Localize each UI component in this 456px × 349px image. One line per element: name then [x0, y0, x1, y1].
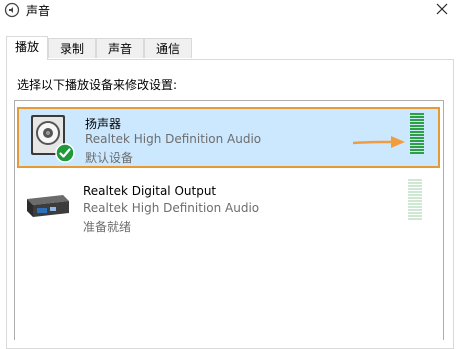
tab-playback[interactable]: 播放 — [6, 36, 48, 60]
device-status: 默认设备 — [85, 151, 134, 165]
level-bar — [410, 116, 424, 118]
level-bar — [408, 182, 422, 184]
level-bar — [410, 137, 424, 139]
level-bar — [410, 128, 424, 130]
level-bar — [408, 206, 422, 208]
level-bar — [410, 119, 424, 121]
level-bar — [408, 203, 422, 205]
device-status: 准备就绪 — [83, 220, 132, 234]
level-bar — [410, 122, 424, 124]
tab-bar: 播放 录制 声音 通信 — [0, 36, 456, 60]
level-bar — [408, 215, 422, 217]
device-name: Realtek Digital Output — [83, 184, 217, 198]
level-bar — [410, 149, 424, 151]
sound-app-icon — [4, 2, 20, 18]
tab-recording[interactable]: 录制 — [48, 38, 96, 58]
level-bar — [410, 152, 424, 154]
device-description: Realtek High Definition Audio — [85, 132, 262, 146]
tab-sounds[interactable]: 声音 — [96, 38, 144, 58]
level-bar — [410, 140, 424, 142]
device-row-speakers[interactable]: 扬声器 Realtek High Definition Audio 默认设备 — [17, 107, 440, 168]
orange-arrow-icon — [353, 136, 405, 148]
device-row-digital-output[interactable]: Realtek Digital Output Realtek High Defi… — [15, 175, 443, 239]
level-bar — [410, 134, 424, 136]
level-bar — [410, 146, 424, 148]
level-bar — [410, 113, 424, 115]
level-bar — [408, 218, 422, 220]
level-bar — [408, 179, 422, 181]
volume-level-meter — [410, 113, 424, 155]
digital-output-icon — [27, 195, 69, 217]
checkmark-icon — [55, 143, 75, 163]
instruction-text: 选择以下播放设备来修改设置: — [17, 78, 178, 92]
volume-level-meter — [408, 179, 422, 221]
level-bar — [408, 185, 422, 187]
level-bar — [408, 200, 422, 202]
level-bar — [408, 209, 422, 211]
level-bar — [410, 143, 424, 145]
close-icon[interactable] — [432, 0, 452, 20]
level-bar — [410, 125, 424, 127]
playback-device-list: 扬声器 Realtek High Definition Audio 默认设备 R… — [14, 100, 444, 340]
device-description: Realtek High Definition Audio — [83, 201, 260, 215]
level-bar — [410, 131, 424, 133]
window-title: 声音 — [26, 4, 51, 18]
tab-communications[interactable]: 通信 — [144, 38, 192, 58]
device-name: 扬声器 — [85, 117, 122, 131]
title-bar: 声音 — [0, 0, 456, 30]
level-bar — [408, 191, 422, 193]
level-bar — [408, 197, 422, 199]
level-bar — [408, 194, 422, 196]
level-bar — [408, 188, 422, 190]
level-bar — [408, 212, 422, 214]
